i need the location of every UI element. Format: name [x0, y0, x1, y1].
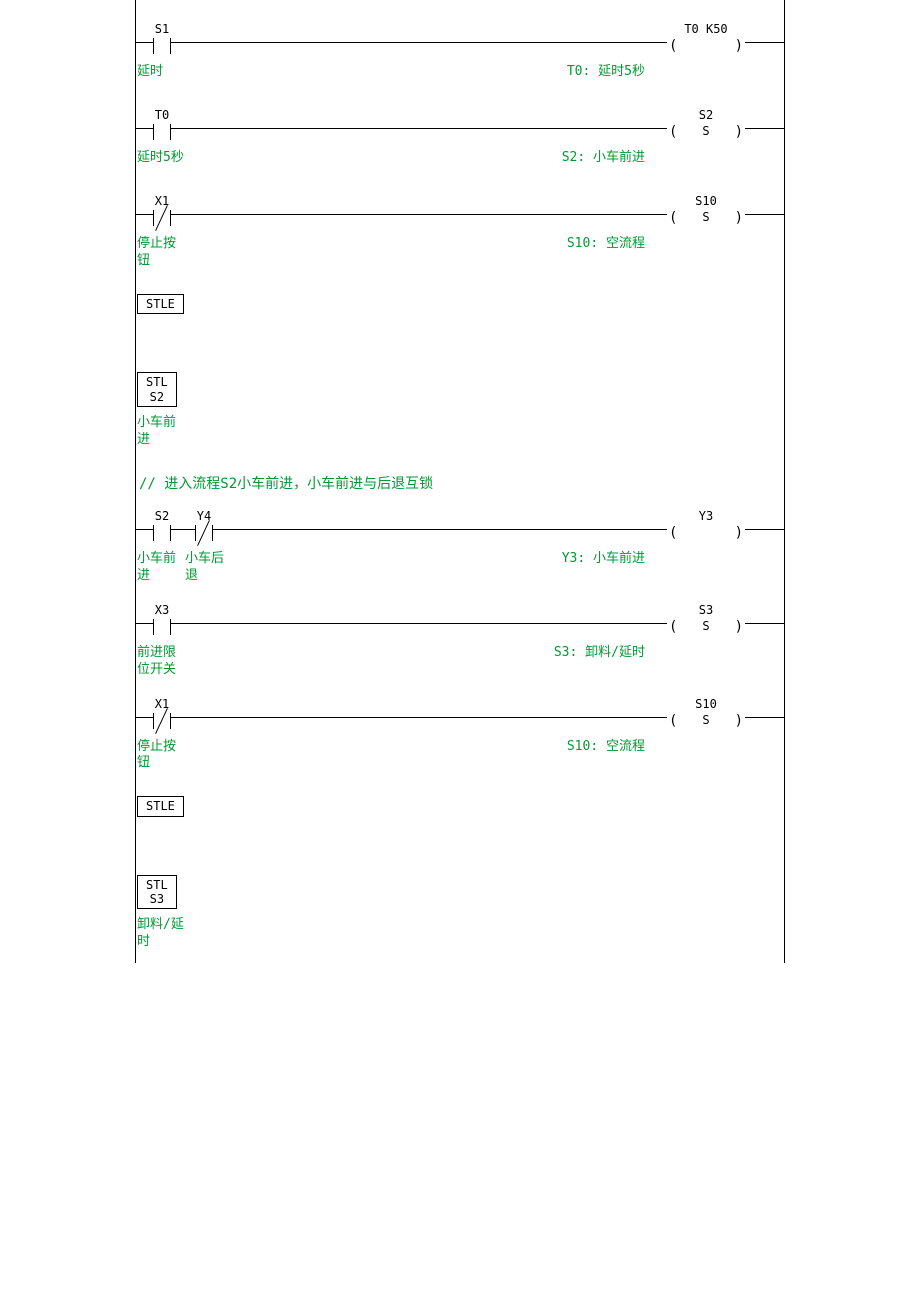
block-row: STLS3	[135, 871, 785, 914]
rung-description: S10: 空流程 停止按 钮	[135, 735, 785, 793]
ladder-diagram: S1 T0 K50() T0: 延时5秒 延时 T0 S2(S) S2: 小车前进 延时5秒 X…	[135, 0, 785, 963]
coil-top-label: S3	[667, 603, 745, 617]
block-description: 卸料/延 时	[135, 913, 785, 963]
no-contact-T0: T0	[143, 114, 181, 144]
coil-description: S2: 小车前进	[562, 150, 785, 167]
rung: X1 S10(S)	[135, 699, 785, 735]
no-contact-X3: X3	[143, 609, 181, 639]
contact-label: S1	[143, 22, 181, 36]
contact-description: 停止按 钮	[137, 236, 185, 270]
nc-contact-X1: X1	[143, 703, 181, 733]
coil-description: S10: 空流程	[567, 739, 785, 756]
coil-description: Y3: 小车前进	[562, 551, 785, 568]
coil-top-label: S2	[667, 108, 745, 122]
contact-description: 停止按 钮	[137, 739, 185, 773]
contact-label: S2	[143, 509, 181, 523]
rung: S1 T0 K50()	[135, 24, 785, 60]
coil-top-label: T0 K50	[667, 22, 745, 36]
contact-label: X3	[143, 603, 181, 617]
rung-description: S2: 小车前进 延时5秒	[135, 146, 785, 196]
comment-line: // 进入流程S2小车前进，小车前进与后退互锁	[135, 461, 785, 511]
coil-S10: S10(S)	[667, 703, 745, 733]
coil-T0: T0 K50()	[667, 28, 745, 58]
contact-description: 延时	[137, 64, 185, 81]
rung-description: T0: 延时5秒 延时	[135, 60, 785, 110]
stl-block: STLE	[137, 796, 184, 816]
rung: X1 S10(S)	[135, 196, 785, 232]
coil-description: S10: 空流程	[567, 236, 785, 253]
no-contact-S2: S2	[143, 515, 181, 545]
coil-S3: S3(S)	[667, 609, 745, 639]
contact-label: T0	[143, 108, 181, 122]
rung-description: S3: 卸料/延时 前进限 位开关	[135, 641, 785, 699]
contact-description: 小车前 进	[137, 551, 185, 585]
coil-inner-label: S	[667, 124, 745, 138]
contact-description: 前进限 位开关	[137, 645, 185, 679]
stl-block: STLE	[137, 294, 184, 314]
stl-block: STLS2	[137, 372, 177, 407]
coil-inner-label: S	[667, 210, 745, 224]
rung: S2Y4Y3()	[135, 511, 785, 547]
rung: T0 S2(S)	[135, 110, 785, 146]
coil-top-label: S10	[667, 697, 745, 711]
rung-description: Y3: 小车前进 小车前 进小车后 退	[135, 547, 785, 605]
nc-contact-Y4: Y4	[185, 515, 223, 545]
contact-description: 延时5秒	[137, 150, 185, 167]
coil-Y3: Y3()	[667, 515, 745, 545]
coil-S10: S10(S)	[667, 200, 745, 230]
rung: X3 S3(S)	[135, 605, 785, 641]
block-row: STLE	[135, 290, 785, 318]
block-description: 小车前 进	[135, 411, 785, 461]
no-contact-S1: S1	[143, 28, 181, 58]
rung-description: S10: 空流程 停止按 钮	[135, 232, 785, 290]
contact-description: 小车后 退	[185, 551, 233, 585]
stl-block: STLS3	[137, 875, 177, 910]
coil-top-label: S10	[667, 194, 745, 208]
nc-contact-X1: X1	[143, 200, 181, 230]
coil-inner-label: S	[667, 619, 745, 633]
coil-S2: S2(S)	[667, 114, 745, 144]
coil-top-label: Y3	[667, 509, 745, 523]
block-row: STLE	[135, 792, 785, 820]
block-row: STLS2	[135, 368, 785, 411]
coil-description: S3: 卸料/延时	[554, 645, 785, 662]
coil-description: T0: 延时5秒	[567, 64, 785, 81]
coil-inner-label: S	[667, 713, 745, 727]
